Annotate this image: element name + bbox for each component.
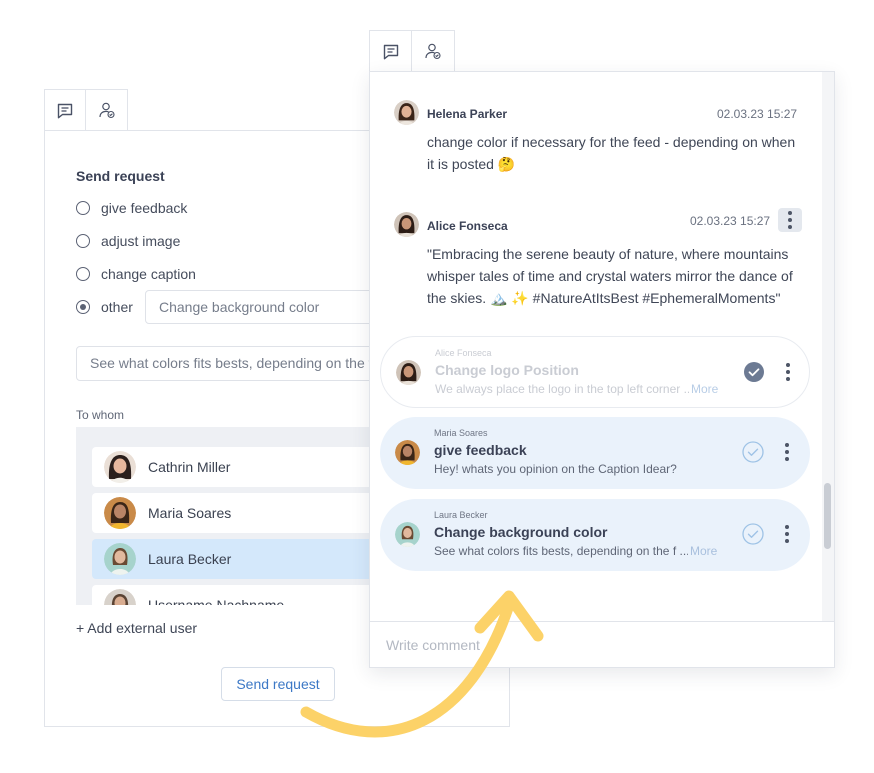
comments-panel: Helena Parker 02.03.23 15:27 change colo… <box>369 71 835 668</box>
request-title: give feedback <box>434 442 527 458</box>
request-description: We always place the logo in the top left… <box>435 382 689 396</box>
avatar <box>104 451 136 483</box>
send-request-button[interactable]: Send request <box>221 667 335 701</box>
comment-more-button[interactable] <box>778 208 802 232</box>
option-give-feedback[interactable]: give feedback <box>76 200 187 216</box>
request-card[interactable]: Alice Fonseca Change logo Position We al… <box>380 336 810 408</box>
avatar <box>395 522 420 547</box>
option-label: change caption <box>101 266 196 282</box>
user-row-cathrin-miller[interactable]: Cathrin Miller <box>92 447 376 487</box>
comment-date: 02.03.23 15:27 <box>690 214 771 228</box>
request-description: See what colors fits bests, depending on… <box>434 544 688 558</box>
check-filled-icon[interactable] <box>743 361 765 383</box>
request-card[interactable]: Maria Soares give feedback Hey! whats yo… <box>380 417 810 489</box>
option-other[interactable]: other <box>76 299 133 315</box>
tab-comments[interactable] <box>44 89 86 131</box>
request-card[interactable]: Laura Becker Change background color See… <box>380 499 810 571</box>
option-change-caption[interactable]: change caption <box>76 266 196 282</box>
tab-requests[interactable] <box>86 89 128 130</box>
user-list: Cathrin Miller Maria Soares Laura Becker <box>76 427 376 605</box>
request-description-input[interactable]: See what colors fits bests, depending on… <box>76 346 396 381</box>
comment-text-line: whisper tales of time and crystal waters… <box>427 268 793 284</box>
user-check-icon <box>425 43 441 60</box>
request-description: Hey! whats you opinion on the Caption Id… <box>434 462 677 476</box>
check-outline-icon[interactable] <box>742 523 764 545</box>
request-more-link[interactable]: More <box>690 544 717 558</box>
user-name: Maria Soares <box>148 505 232 521</box>
more-vertical-icon[interactable] <box>786 363 790 381</box>
comment-text-line: the skies. 🏔️ ✨ #NatureAtItsBest #Epheme… <box>427 290 781 306</box>
scrollbar-thumb[interactable] <box>824 483 831 549</box>
comment-icon <box>57 103 73 118</box>
check-outline-icon[interactable] <box>742 441 764 463</box>
option-adjust-image[interactable]: adjust image <box>76 233 180 249</box>
user-check-icon <box>98 102 115 119</box>
comment-text: change color if necessary for the feed -… <box>427 131 795 175</box>
request-sender: Maria Soares <box>434 428 488 438</box>
comment-icon <box>383 44 398 60</box>
comment-date: 02.03.23 15:27 <box>717 107 798 121</box>
request-sender: Alice Fonseca <box>435 348 492 358</box>
more-vertical-icon <box>788 211 792 229</box>
avatar <box>396 360 421 385</box>
request-sender: Laura Becker <box>434 510 488 520</box>
user-row-username-nachname[interactable]: Username Nachname <box>92 585 376 605</box>
option-label: other <box>101 299 133 315</box>
avatar <box>395 440 420 465</box>
avatar <box>104 497 136 529</box>
comment-text-line: "Embracing the serene beauty of nature, … <box>427 246 789 262</box>
user-name: Username Nachname <box>148 597 285 605</box>
add-external-user-link[interactable]: + Add external user <box>76 620 197 636</box>
more-vertical-icon[interactable] <box>785 443 789 461</box>
user-name: Laura Becker <box>148 551 232 567</box>
option-label: adjust image <box>101 233 181 249</box>
comment-text-line: change color if necessary for the feed -… <box>427 134 796 150</box>
more-vertical-icon[interactable] <box>785 525 789 543</box>
comment-text: "Embracing the serene beauty of nature, … <box>427 243 793 309</box>
request-title: Change background color <box>434 524 608 540</box>
request-more-link[interactable]: More <box>691 382 718 396</box>
avatar <box>394 212 419 237</box>
comment-author: Helena Parker <box>427 107 508 121</box>
radio-button[interactable] <box>76 201 90 215</box>
comment-text-line: it is posted 🤔 <box>427 156 516 172</box>
radio-button[interactable] <box>76 267 90 281</box>
avatar <box>104 543 136 575</box>
left-tab-bar <box>44 89 128 131</box>
comment-input[interactable]: Write comment <box>386 637 480 653</box>
avatar <box>394 100 419 125</box>
option-label: give feedback <box>101 200 188 216</box>
user-row-laura-becker[interactable]: Laura Becker <box>92 539 376 579</box>
user-row-maria-soares[interactable]: Maria Soares <box>92 493 376 533</box>
radio-button-checked[interactable] <box>76 300 90 314</box>
user-name: Cathrin Miller <box>148 459 231 475</box>
avatar <box>104 589 136 605</box>
radio-button[interactable] <box>76 234 90 248</box>
to-whom-label: To whom <box>76 408 125 422</box>
send-request-heading: Send request <box>76 168 165 184</box>
comment-input-bar[interactable]: Write comment <box>370 621 834 667</box>
right-tab-bar <box>369 30 455 73</box>
tab-comments[interactable] <box>369 30 412 73</box>
other-request-input[interactable]: Change background color <box>145 290 385 324</box>
request-title: Change logo Position <box>435 362 579 378</box>
comment-author: Alice Fonseca <box>427 219 508 233</box>
tab-requests[interactable] <box>412 30 455 71</box>
